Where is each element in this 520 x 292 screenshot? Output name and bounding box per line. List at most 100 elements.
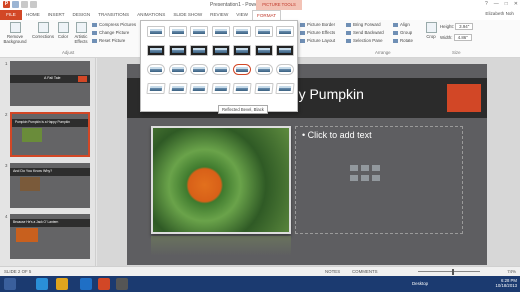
remove-background-button[interactable]: Remove Background [2,22,28,44]
close-icon[interactable]: ✕ [514,1,518,7]
internet-explorer-icon[interactable] [36,278,48,290]
picture-style-option[interactable] [276,64,294,75]
undo-icon[interactable] [21,1,28,8]
comments-button[interactable]: COMMENTS [352,269,378,274]
picture-style-option[interactable] [147,26,165,37]
picture-style-option[interactable] [254,64,273,75]
pumpkin-photo[interactable] [151,126,291,234]
picture-effects-button[interactable]: Picture Effects [300,30,335,35]
redo-icon[interactable] [30,1,37,8]
compress-pictures-button[interactable]: Compress Pictures [92,22,136,27]
insert-table-icon[interactable] [350,165,358,171]
tab-insert[interactable]: INSERT [44,10,69,20]
picture-style-option[interactable] [233,45,251,56]
picture-layout-button[interactable]: Picture Layout [300,38,335,43]
slide-thumbnail[interactable]: Because He's a Jack O' Lantern [10,214,90,259]
picture-style-option[interactable] [190,26,208,37]
style-preview-icon [149,86,163,91]
content-placeholder[interactable]: • Click to add text [295,126,463,234]
style-preview-icon [257,86,270,91]
picture-style-option[interactable] [211,26,230,37]
zoom-level[interactable]: 74% [507,269,516,274]
file-explorer-icon[interactable] [56,278,68,290]
picture-style-option[interactable] [254,45,273,56]
insert-smartart-icon[interactable] [372,165,380,171]
picture-border-button[interactable]: Picture Border [300,22,335,27]
picture-style-option[interactable] [190,64,208,75]
maximize-icon[interactable]: □ [505,1,508,7]
tab-view[interactable]: VIEW [232,10,252,20]
picture-style-option[interactable] [189,83,209,94]
width-field[interactable]: Width: 4.86" [440,34,472,41]
slide-number: 4 [5,214,8,219]
selection-pane-button[interactable]: Selection Pane [346,38,383,43]
tab-file[interactable]: FILE [0,10,22,20]
tab-review[interactable]: REVIEW [206,10,232,20]
insert-chart-icon[interactable] [361,165,369,171]
slide-thumbnail-selected[interactable]: Pumpkin Pumpkin is a Happy Pumpkin [10,112,90,157]
tab-transitions[interactable]: TRANSITIONS [94,10,133,20]
tab-design[interactable]: DESIGN [69,10,95,20]
windows-taskbar: Desktop 6:28 PM 10/18/2013 [0,276,520,292]
notes-button[interactable]: NOTES [325,269,340,274]
picture-style-option[interactable] [276,26,294,37]
reset-picture-button[interactable]: Reset Picture [92,38,125,43]
picture-style-option[interactable] [233,64,251,75]
group-button[interactable]: Group [393,30,412,35]
picture-style-option[interactable] [168,26,187,37]
bring-forward-button[interactable]: Bring Forward [346,22,381,27]
tab-animations[interactable]: ANIMATIONS [133,10,169,20]
zoom-slider[interactable] [418,271,480,272]
picture-style-option[interactable] [168,64,187,75]
style-preview-icon [193,67,205,72]
picture-style-option[interactable] [253,83,274,94]
send-backward-button[interactable]: Send Backward [346,30,384,35]
picture-style-option[interactable] [232,83,252,94]
tab-slide-show[interactable]: SLIDE SHOW [169,10,206,20]
user-name[interactable]: Elizabeth Noh [485,11,514,16]
insert-picture-icon[interactable] [350,175,358,181]
picture-style-option[interactable] [167,83,188,94]
picture-styles-gallery[interactable]: Reflected Bevel, Black [140,20,298,114]
save-icon[interactable] [12,1,19,8]
style-preview-icon [236,29,248,34]
slide-thumbnail[interactable]: A Fall Tale [10,61,90,106]
align-button[interactable]: Align [393,22,410,27]
corrections-button[interactable]: Corrections [31,22,55,39]
crop-icon [425,22,437,33]
change-picture-icon [92,30,97,35]
clock[interactable]: 6:28 PM 10/18/2013 [495,278,517,288]
picture-style-option[interactable] [276,45,294,56]
picture-style-option[interactable] [210,83,231,94]
picture-style-option[interactable] [275,83,295,94]
height-field[interactable]: Height: 3.94" [440,23,474,30]
tab-format[interactable]: FORMAT [252,10,282,20]
change-picture-button[interactable]: Change Picture [92,30,129,35]
zoom-slider-knob[interactable] [452,269,454,275]
picture-style-option[interactable] [190,45,208,56]
help-icon[interactable]: ? [485,1,488,7]
tab-home[interactable]: HOME [22,10,44,20]
desktop-toolbar[interactable]: Desktop [412,281,428,286]
outlook-icon[interactable] [80,278,92,290]
camera-app-icon[interactable] [116,278,128,290]
picture-style-option[interactable] [147,45,165,56]
style-preview-icon [192,86,206,91]
picture-style-option[interactable] [233,26,251,37]
minimize-icon[interactable]: — [494,1,499,7]
picture-style-option[interactable] [147,64,165,75]
powerpoint-taskbar-icon[interactable] [98,278,110,290]
picture-style-option[interactable] [168,45,187,56]
crop-button[interactable]: Crop [424,22,438,39]
insert-video-icon[interactable] [372,175,380,181]
artistic-effects-button[interactable]: Artistic Effects [71,22,91,44]
picture-style-option[interactable] [211,45,230,56]
picture-style-option[interactable] [254,26,273,37]
rotate-button[interactable]: Rotate [393,38,413,43]
color-button[interactable]: Color [56,22,70,39]
picture-style-option[interactable] [211,64,230,75]
picture-style-option[interactable] [146,83,166,94]
start-icon[interactable] [4,278,16,290]
slide-thumbnail[interactable]: And Do You Know Why? [10,163,90,208]
insert-online-picture-icon[interactable] [361,175,369,181]
